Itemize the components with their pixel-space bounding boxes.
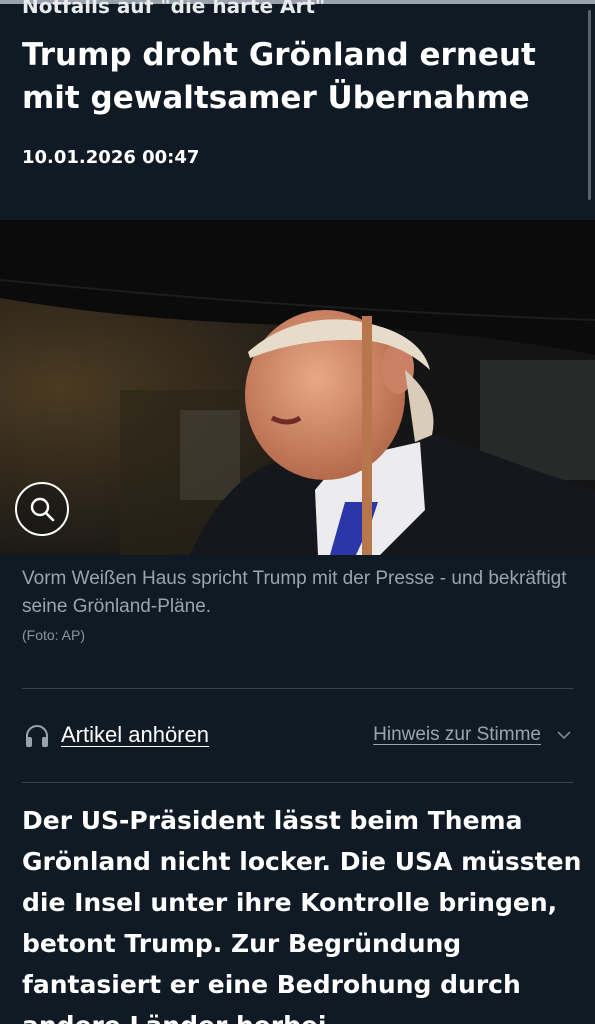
scrollbar[interactable] [588,10,591,200]
article-photo[interactable] [0,220,595,555]
voice-note-link[interactable]: Hinweis zur Stimme [373,724,541,746]
audio-player-row: Artikel anhören Hinweis zur Stimme [22,720,573,754]
image-caption: Vorm Weißen Haus spricht Trump mit der P… [22,568,567,617]
listen-article-link[interactable]: Artikel anhören [61,722,209,748]
article-date: 10.01.2026 00:47 [22,147,200,168]
photo-illustration [0,220,595,555]
headphones-icon [26,725,48,747]
article-lead: Der US-Präsident lässt beim Thema Grönla… [22,806,582,1024]
divider-top [22,688,573,689]
divider-bottom [22,782,573,783]
article-kicker: Notfalls auf "die harte Art" [22,0,326,18]
article-headline: Trump droht Grönland erneut mit gewaltsa… [22,37,536,116]
magnifier-icon [30,497,55,522]
chevron-down-icon[interactable] [557,730,571,740]
image-credit: (Foto: AP) [22,627,86,643]
image-zoom-button[interactable] [15,482,69,536]
